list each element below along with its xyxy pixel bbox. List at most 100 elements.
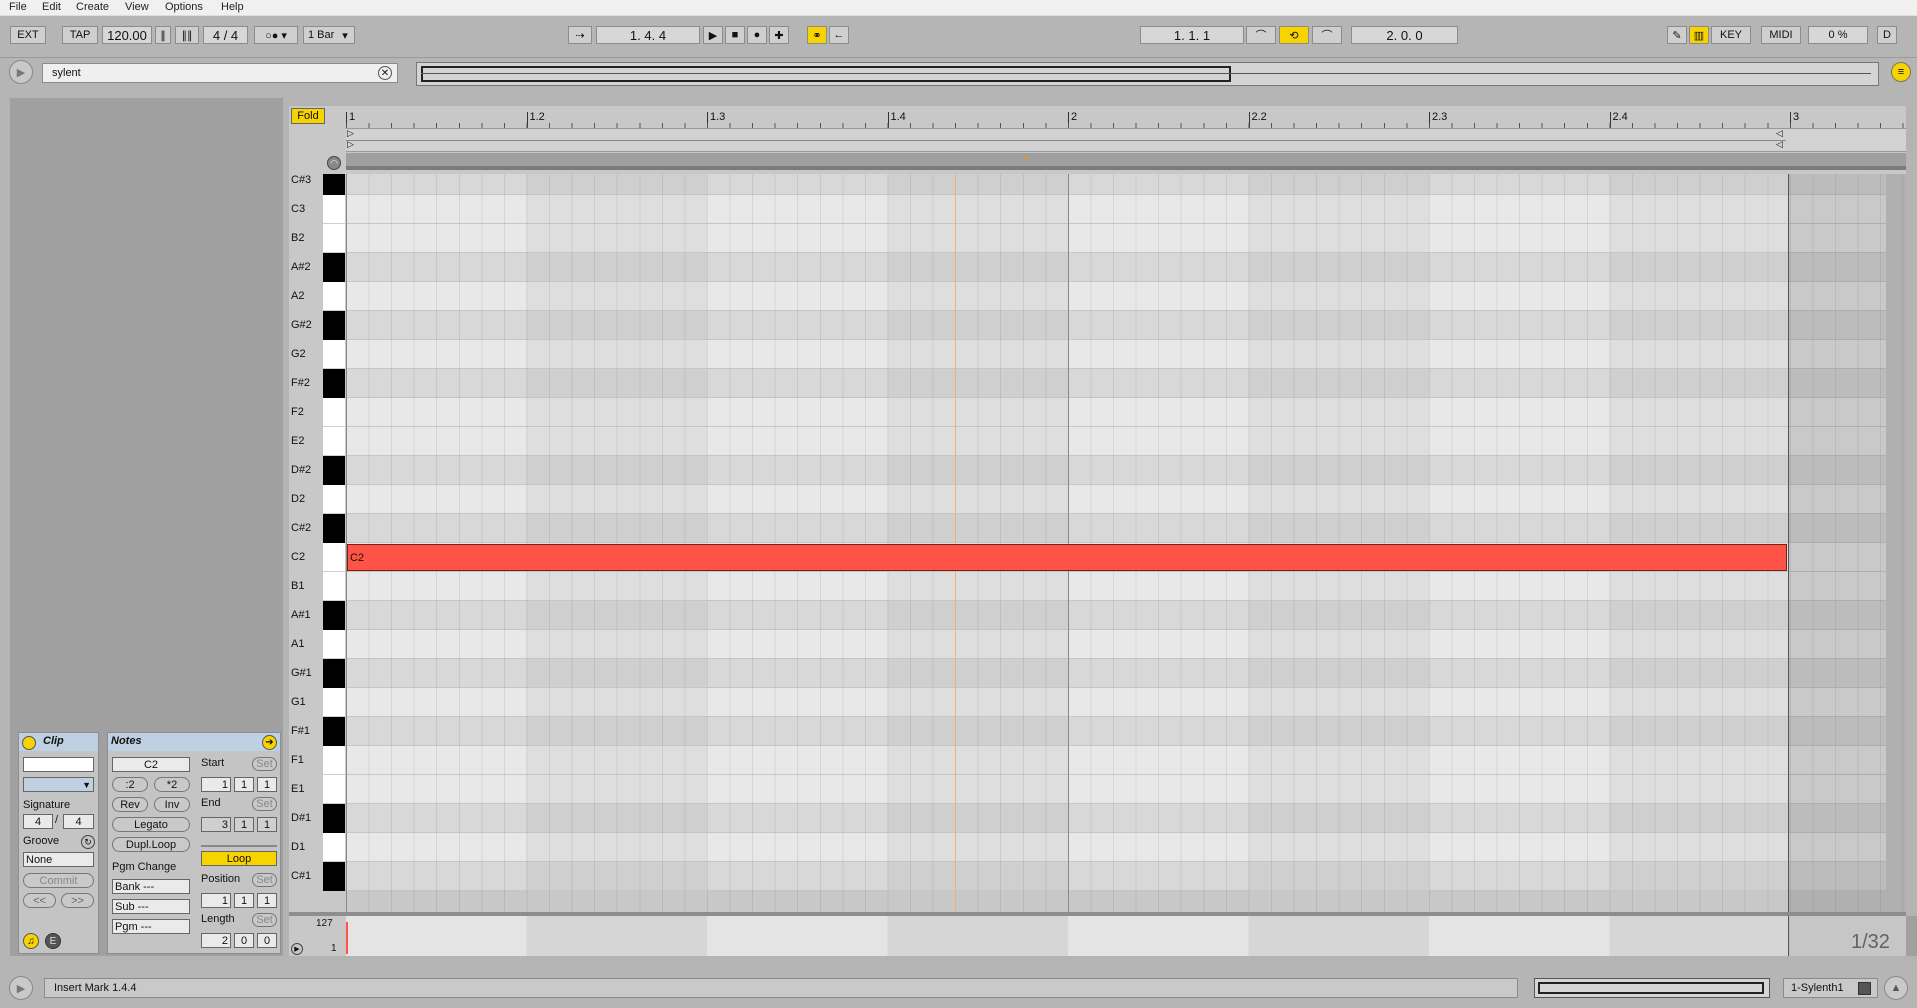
piano-roll[interactable]: C#3 C3 B2 A#2 A2 G#2 G2 F#2 F2 E2 D#2 D2 C#2 C2 B1 A#1 A… xyxy=(289,174,1906,912)
scrub-area[interactable]: ▼ xyxy=(346,153,1906,170)
reverse-button[interactable]: Rev xyxy=(112,797,148,812)
piano-black-key[interactable] xyxy=(323,174,345,195)
record-icon[interactable]: ● xyxy=(747,26,767,44)
piano-roll-row[interactable] xyxy=(346,775,1886,804)
clip-activator-icon[interactable] xyxy=(22,736,36,750)
piano-roll-row[interactable] xyxy=(346,340,1886,369)
piano-white-key[interactable] xyxy=(323,427,345,456)
hamburger-icon[interactable]: ≡ xyxy=(1891,62,1911,82)
start-bar-field[interactable]: 1 xyxy=(201,777,231,792)
clip-name-field[interactable] xyxy=(23,757,94,772)
length-bar-field[interactable]: 2 xyxy=(201,933,231,948)
piano-white-key[interactable] xyxy=(323,340,345,369)
piano-roll-row[interactable] xyxy=(346,253,1886,282)
piano-roll-row[interactable] xyxy=(346,659,1886,688)
piano-roll-row[interactable] xyxy=(346,224,1886,253)
clip-sig-numerator[interactable]: 4 xyxy=(23,814,53,829)
groove-hot-swap-icon[interactable]: ↻ xyxy=(81,835,95,849)
preview-headphones-icon[interactable]: ◠ xyxy=(327,156,341,170)
loop-start-field[interactable]: 1. 1. 1 xyxy=(1140,26,1244,44)
metronome-icon[interactable]: ○● ▾ xyxy=(254,26,298,44)
fold-button[interactable]: Fold xyxy=(291,108,325,124)
piano-black-key[interactable] xyxy=(323,253,345,282)
loop-brace[interactable]: ▷ ▷ ◁ ◁ xyxy=(346,128,1906,152)
loop-start-marker-icon[interactable]: ▷ xyxy=(347,139,354,150)
menu-edit[interactable]: Edit xyxy=(42,1,61,13)
signature-field[interactable]: 4 / 4 xyxy=(203,26,248,44)
piano-white-key[interactable] xyxy=(323,398,345,427)
menu-help[interactable]: Help xyxy=(221,1,244,13)
draw-mode-icon[interactable]: ✎ xyxy=(1667,26,1687,44)
piano-white-key[interactable] xyxy=(323,746,345,775)
quantize-dropdown[interactable]: 1 Bar ▾ xyxy=(303,26,355,44)
piano-roll-row[interactable] xyxy=(346,427,1886,456)
info-toggle-icon[interactable]: ▶ xyxy=(9,976,33,1000)
position-set-button[interactable]: Set xyxy=(252,873,277,887)
invert-button[interactable]: Inv xyxy=(154,797,190,812)
piano-black-key[interactable] xyxy=(323,369,345,398)
piano-roll-row[interactable] xyxy=(346,688,1886,717)
position-bar-field[interactable]: 1 xyxy=(201,893,231,908)
piano-white-key[interactable] xyxy=(323,282,345,311)
piano-white-key[interactable] xyxy=(323,775,345,804)
menu-create[interactable]: Create xyxy=(76,1,109,13)
note-view-icon[interactable]: ♫ xyxy=(23,933,39,949)
pgm-field[interactable]: Pgm --- xyxy=(112,919,190,934)
nudge-up-icon[interactable]: ∥∥ xyxy=(175,26,199,44)
piano-white-key[interactable] xyxy=(323,195,345,224)
end-beat-field[interactable]: 1 xyxy=(234,817,254,832)
menu-file[interactable]: File xyxy=(9,1,27,13)
end-marker-icon[interactable]: ◁ xyxy=(1776,128,1783,139)
start-beat-field[interactable]: 1 xyxy=(234,777,254,792)
notes-arrow-icon[interactable]: ➔ xyxy=(262,735,277,750)
piano-roll-row[interactable] xyxy=(346,369,1886,398)
back-to-arrangement-icon[interactable]: ← xyxy=(829,26,849,44)
piano-white-key[interactable] xyxy=(323,572,345,601)
piano-roll-row[interactable] xyxy=(346,862,1886,891)
end-set-button[interactable]: Set xyxy=(252,797,277,811)
tempo-field[interactable]: 120.00 xyxy=(102,26,152,44)
start-sixteenth-field[interactable]: 1 xyxy=(257,777,277,792)
piano-roll-row[interactable] xyxy=(346,311,1886,340)
loop-end-marker-icon[interactable]: ◁ xyxy=(1776,139,1783,150)
piano-black-key[interactable] xyxy=(323,659,345,688)
search-input[interactable]: sylent xyxy=(42,63,398,83)
menu-view[interactable]: View xyxy=(125,1,149,13)
nudge-down-icon[interactable]: ∥ xyxy=(155,26,171,44)
automation-arm-icon[interactable]: ⚭ xyxy=(807,26,827,44)
piano-roll-row[interactable] xyxy=(346,833,1886,862)
stop-icon[interactable]: ■ xyxy=(725,26,745,44)
overdub-icon[interactable]: ✚ xyxy=(769,26,789,44)
duplicate-loop-button[interactable]: Dupl.Loop xyxy=(112,837,190,852)
piano-roll-row[interactable] xyxy=(346,572,1886,601)
detail-view-toggle-icon[interactable]: ▲ xyxy=(1884,976,1908,1000)
piano-black-key[interactable] xyxy=(323,862,345,891)
keyboard-icon[interactable]: ▥ xyxy=(1689,26,1709,44)
velocity-lane[interactable]: 127 1 ▶ 1/32 xyxy=(289,916,1917,956)
velocity-expand-icon[interactable]: ▶ xyxy=(291,943,303,955)
punch-in-icon[interactable]: ⌒ xyxy=(1246,26,1276,44)
start-marker-icon[interactable]: ▷ xyxy=(347,128,354,139)
piano-white-key[interactable] xyxy=(323,224,345,253)
time-ruler[interactable]: 1 1.2 1.3 1.4 2 2.2 2.3 2.4 3 xyxy=(346,106,1906,128)
clear-search-icon[interactable]: ✕ xyxy=(378,66,392,80)
start-set-button[interactable]: Set xyxy=(252,757,277,771)
piano-roll-row[interactable] xyxy=(346,398,1886,427)
piano-white-key[interactable] xyxy=(323,485,345,514)
ext-button[interactable]: EXT xyxy=(10,26,46,44)
piano-black-key[interactable] xyxy=(323,717,345,746)
double-button[interactable]: *2 xyxy=(154,777,190,792)
play-icon[interactable]: ▶ xyxy=(703,26,723,44)
punch-out-icon[interactable]: ⌒ xyxy=(1312,26,1342,44)
groove-field[interactable]: None xyxy=(23,852,94,867)
nav-next-button[interactable]: >> xyxy=(61,893,94,908)
midi-map-button[interactable]: MIDI xyxy=(1761,26,1801,44)
piano-roll-row[interactable] xyxy=(346,630,1886,659)
halve-button[interactable]: :2 xyxy=(112,777,148,792)
legato-button[interactable]: Legato xyxy=(112,817,190,832)
loop-switch-icon[interactable]: ⟲ xyxy=(1279,26,1309,44)
commit-button[interactable]: Commit xyxy=(23,873,94,888)
midi-note[interactable]: C2 xyxy=(347,544,1787,571)
piano-white-key[interactable] xyxy=(323,833,345,862)
piano-black-key[interactable] xyxy=(323,514,345,543)
